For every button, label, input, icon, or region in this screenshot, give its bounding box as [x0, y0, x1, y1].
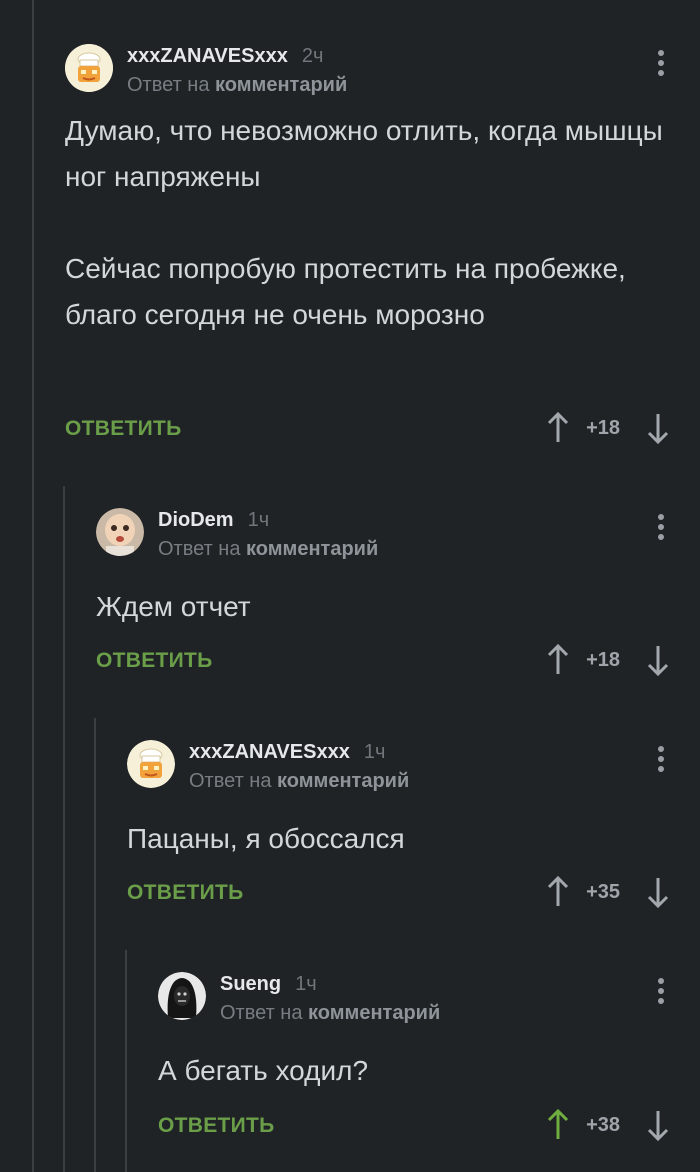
- comment-header: xxxZANAVESxxx 2ч Ответ на комментарий: [65, 44, 700, 108]
- comment-time: 1ч: [295, 973, 317, 995]
- reply-button[interactable]: ОТВЕТИТЬ: [158, 1114, 275, 1138]
- downvote-icon[interactable]: [646, 1108, 670, 1142]
- rating-value: +38: [586, 1114, 620, 1136]
- author-name[interactable]: xxxZANAVESxxx 1ч: [189, 741, 385, 764]
- upvote-icon[interactable]: [546, 643, 570, 677]
- reply-to-prefix: Ответ на: [220, 1002, 303, 1024]
- comment-actions: ОТВЕТИТЬ +18: [96, 643, 700, 679]
- comment-paragraph: Сейчас попробую протестить на пробежке, …: [65, 253, 626, 330]
- comment-time: 1ч: [247, 509, 270, 531]
- comment-paragraph: Пацаны, я обоссался: [127, 823, 405, 854]
- comment-body: Ждем отчет: [96, 584, 700, 630]
- upvote-icon[interactable]: [546, 411, 570, 445]
- more-options-icon[interactable]: [656, 746, 666, 776]
- comment-time: 1ч: [363, 741, 386, 763]
- comment: xxxZANAVESxxx 1ч Ответ на комментарий Пац…: [127, 740, 700, 862]
- comment-actions: ОТВЕТИТЬ +35: [127, 875, 700, 911]
- thread-line-level-4: [125, 950, 127, 1172]
- upvote-icon-active[interactable]: [546, 1108, 570, 1142]
- downvote-icon[interactable]: [646, 411, 670, 445]
- reply-to-link[interactable]: комментарий: [277, 770, 409, 792]
- reply-button[interactable]: ОТВЕТИТЬ: [96, 649, 213, 673]
- reply-to-info: Ответ на комментарий: [220, 1002, 440, 1025]
- comment-header: xxxZANAVESxxx 1ч Ответ на комментарий: [127, 740, 700, 804]
- reply-to-link[interactable]: комментарий: [308, 1002, 440, 1024]
- more-options-icon[interactable]: [656, 978, 666, 1008]
- comment: DioDem 1ч Ответ на комментарий Ждем отчет: [96, 508, 700, 630]
- reply-to-link[interactable]: комментарий: [215, 74, 347, 96]
- comment: xxxZANAVESxxx 2ч Ответ на комментарий Дум…: [65, 44, 700, 338]
- reply-to-prefix: Ответ на: [158, 538, 241, 560]
- thread-line-level-1: [32, 0, 34, 1172]
- rating-value: +18: [586, 417, 620, 439]
- comment-body: Думаю, что невозможно отлить, когда мышц…: [65, 108, 700, 338]
- reply-button[interactable]: ОТВЕТИТЬ: [65, 417, 182, 441]
- comment-paragraph: А бегать ходил?: [158, 1055, 369, 1086]
- upvote-icon[interactable]: [546, 875, 570, 909]
- chef-avatar[interactable]: [127, 740, 175, 788]
- reply-to-info: Ответ на комментарий: [127, 74, 347, 97]
- comment-header: DioDem 1ч Ответ на комментарий: [96, 508, 700, 572]
- author-name[interactable]: DioDem 1ч: [158, 509, 269, 532]
- chef-avatar[interactable]: [65, 44, 113, 92]
- downvote-icon[interactable]: [646, 875, 670, 909]
- comment-body: А бегать ходил?: [158, 1048, 700, 1094]
- comment-body: Пацаны, я обоссался: [127, 816, 700, 862]
- comment-header: Sueng 1ч Ответ на комментарий: [158, 972, 700, 1036]
- thread-line-level-3: [94, 718, 96, 1172]
- baby-avatar[interactable]: [96, 508, 144, 556]
- reply-to-info: Ответ на комментарий: [189, 770, 409, 793]
- reply-button[interactable]: ОТВЕТИТЬ: [127, 881, 244, 905]
- reply-to-info: Ответ на комментарий: [158, 538, 378, 561]
- dark-figure-avatar[interactable]: [158, 972, 206, 1020]
- comment-paragraph: Думаю, что невозможно отлить, когда мышц…: [65, 115, 663, 192]
- reply-to-link[interactable]: комментарий: [246, 538, 378, 560]
- reply-to-prefix: Ответ на: [127, 74, 210, 96]
- author-name[interactable]: xxxZANAVESxxx 2ч: [127, 45, 323, 68]
- more-options-icon[interactable]: [656, 50, 666, 80]
- comment-actions: ОТВЕТИТЬ +38: [158, 1108, 700, 1144]
- rating-value: +18: [586, 649, 620, 671]
- thread-line-level-2: [63, 486, 65, 1172]
- author-name[interactable]: Sueng 1ч: [220, 973, 317, 996]
- comment-actions: ОТВЕТИТЬ +18: [65, 411, 700, 447]
- comment: Sueng 1ч Ответ на комментарий А бегать хо…: [158, 972, 700, 1094]
- reply-to-prefix: Ответ на: [189, 770, 272, 792]
- comment-paragraph: Ждем отчет: [96, 591, 251, 622]
- paragraph-spacer: [65, 200, 700, 246]
- comment-time: 2ч: [301, 45, 324, 67]
- more-options-icon[interactable]: [656, 514, 666, 544]
- rating-value: +35: [586, 881, 620, 903]
- downvote-icon[interactable]: [646, 643, 670, 677]
